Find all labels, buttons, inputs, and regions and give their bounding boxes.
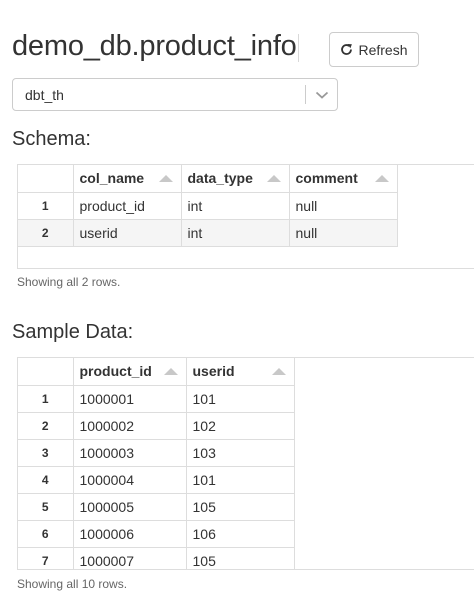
database-select-value: dbt_th [25,86,64,103]
row-index: 2 [18,412,74,440]
schema-table: col_name data_type comment 1 product_id … [18,165,398,247]
page: demo_db.product_info Refresh dbt_th Sche… [0,0,474,609]
sort-asc-icon[interactable] [374,174,389,182]
table-cell: 1000002 [73,412,187,440]
table-cell: product_id [73,192,182,220]
table-row[interactable]: 3 1000003 103 [18,439,295,467]
index-column-header [18,358,74,386]
sort-asc-icon[interactable] [271,367,286,375]
schema-row-count: Showing all 2 rows. [17,275,121,289]
chevron-down-icon[interactable] [306,90,337,100]
table-cell: userid [73,219,182,247]
index-column-header [18,165,74,193]
table-cell: int [181,192,290,220]
table-cell: 1000005 [73,493,187,521]
table-row[interactable]: 2 1000002 102 [18,412,295,440]
database-select[interactable]: dbt_th [12,78,338,111]
page-title: demo_db.product_info [12,30,297,62]
table-cell: 1000007 [73,547,187,569]
sample-data-title: Sample Data: [12,321,134,343]
schema-table-container: col_name data_type comment 1 product_id … [17,164,474,269]
column-header[interactable]: product_id [73,358,187,386]
refresh-button[interactable]: Refresh [329,32,419,67]
table-row[interactable]: 2 userid int null [18,219,398,247]
table-cell: null [289,219,398,247]
sample-table: product_id userid 1 1000001 101 2 100000… [18,358,295,569]
table-cell: 103 [186,439,295,467]
row-index: 5 [18,493,74,521]
refresh-icon [340,43,353,56]
table-row[interactable]: 1 product_id int null [18,192,398,220]
table-cell: int [181,219,290,247]
row-index: 6 [18,520,74,548]
sample-table-container[interactable]: product_id userid 1 1000001 101 2 100000… [17,357,474,570]
table-cell: 105 [186,547,295,569]
table-cell: 106 [186,520,295,548]
sort-asc-icon[interactable] [266,174,281,182]
column-header[interactable]: comment [289,165,398,193]
header-divider [298,34,299,62]
table-cell: 101 [186,466,295,494]
column-header[interactable]: userid [186,358,295,386]
sort-asc-icon[interactable] [158,174,173,182]
row-index: 7 [18,547,74,569]
refresh-label: Refresh [358,41,408,58]
row-index: 1 [18,385,74,413]
table-row[interactable]: 1 1000001 101 [18,385,295,413]
row-index: 2 [18,219,74,247]
table-row[interactable]: 6 1000006 106 [18,520,295,548]
table-cell: 1000006 [73,520,187,548]
table-cell: 101 [186,385,295,413]
row-index: 3 [18,439,74,467]
table-cell: 105 [186,493,295,521]
column-header[interactable]: col_name [73,165,182,193]
table-row[interactable]: 4 1000004 101 [18,466,295,494]
row-index: 1 [18,192,74,220]
sort-asc-icon[interactable] [163,367,178,375]
row-index: 4 [18,466,74,494]
table-row[interactable]: 7 1000007 105 [18,547,295,569]
column-header[interactable]: data_type [181,165,290,193]
table-cell: null [289,192,398,220]
table-cell: 102 [186,412,295,440]
sample-row-count: Showing all 10 rows. [17,577,128,591]
table-row[interactable]: 5 1000005 105 [18,493,295,521]
schema-title: Schema: [12,128,91,150]
table-cell: 1000004 [73,466,187,494]
table-cell: 1000001 [73,385,187,413]
table-cell: 1000003 [73,439,187,467]
